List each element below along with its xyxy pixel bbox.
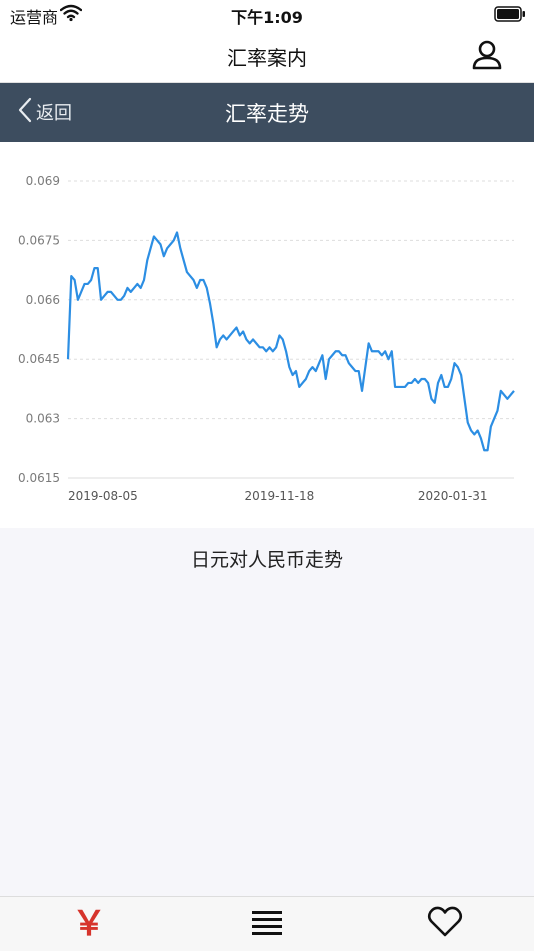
top-nav-bar: 汇率案内: [0, 30, 534, 83]
x-tick-label: 2019-11-18: [245, 489, 315, 503]
sub-header-title: 汇率走势: [225, 102, 309, 126]
series-line: [66, 231, 515, 452]
status-bar: 运营商 下午1:09: [0, 0, 534, 30]
chart-caption: 日元对人民币走势: [190, 549, 343, 571]
tab-favorites[interactable]: [356, 897, 534, 951]
rate-chart-card: 0.069 0.0675 0.066 0.0645 0.063 0.0615 2019-0…: [0, 142, 534, 528]
yen-icon: ￥: [72, 904, 106, 944]
rate-chart: 0.069 0.0675 0.066 0.0645 0.063 0.0615 2019-0…: [18, 174, 515, 503]
battery-icon: [494, 6, 526, 26]
x-tick-label: 2019-08-05: [68, 489, 138, 503]
list-icon: [251, 909, 283, 939]
tab-list[interactable]: [178, 897, 356, 951]
y-tick-label: 0.069: [26, 174, 60, 188]
y-tick-label: 0.0615: [18, 471, 60, 485]
y-tick-label: 0.0675: [18, 233, 60, 247]
tab-exchange-rate[interactable]: ￥: [0, 897, 178, 951]
tab-bar: ￥: [0, 896, 534, 951]
clock: 下午1:09: [231, 8, 303, 27]
page-title: 汇率案内: [227, 46, 307, 70]
heart-icon: [427, 906, 463, 942]
x-tick-label: 2020-01-31: [418, 489, 488, 503]
user-icon[interactable]: [470, 38, 504, 72]
y-tick-label: 0.066: [26, 293, 60, 307]
y-tick-label: 0.063: [26, 412, 60, 426]
sub-header: 返回 汇率走势: [0, 83, 534, 142]
y-tick-label: 0.0645: [18, 352, 60, 366]
